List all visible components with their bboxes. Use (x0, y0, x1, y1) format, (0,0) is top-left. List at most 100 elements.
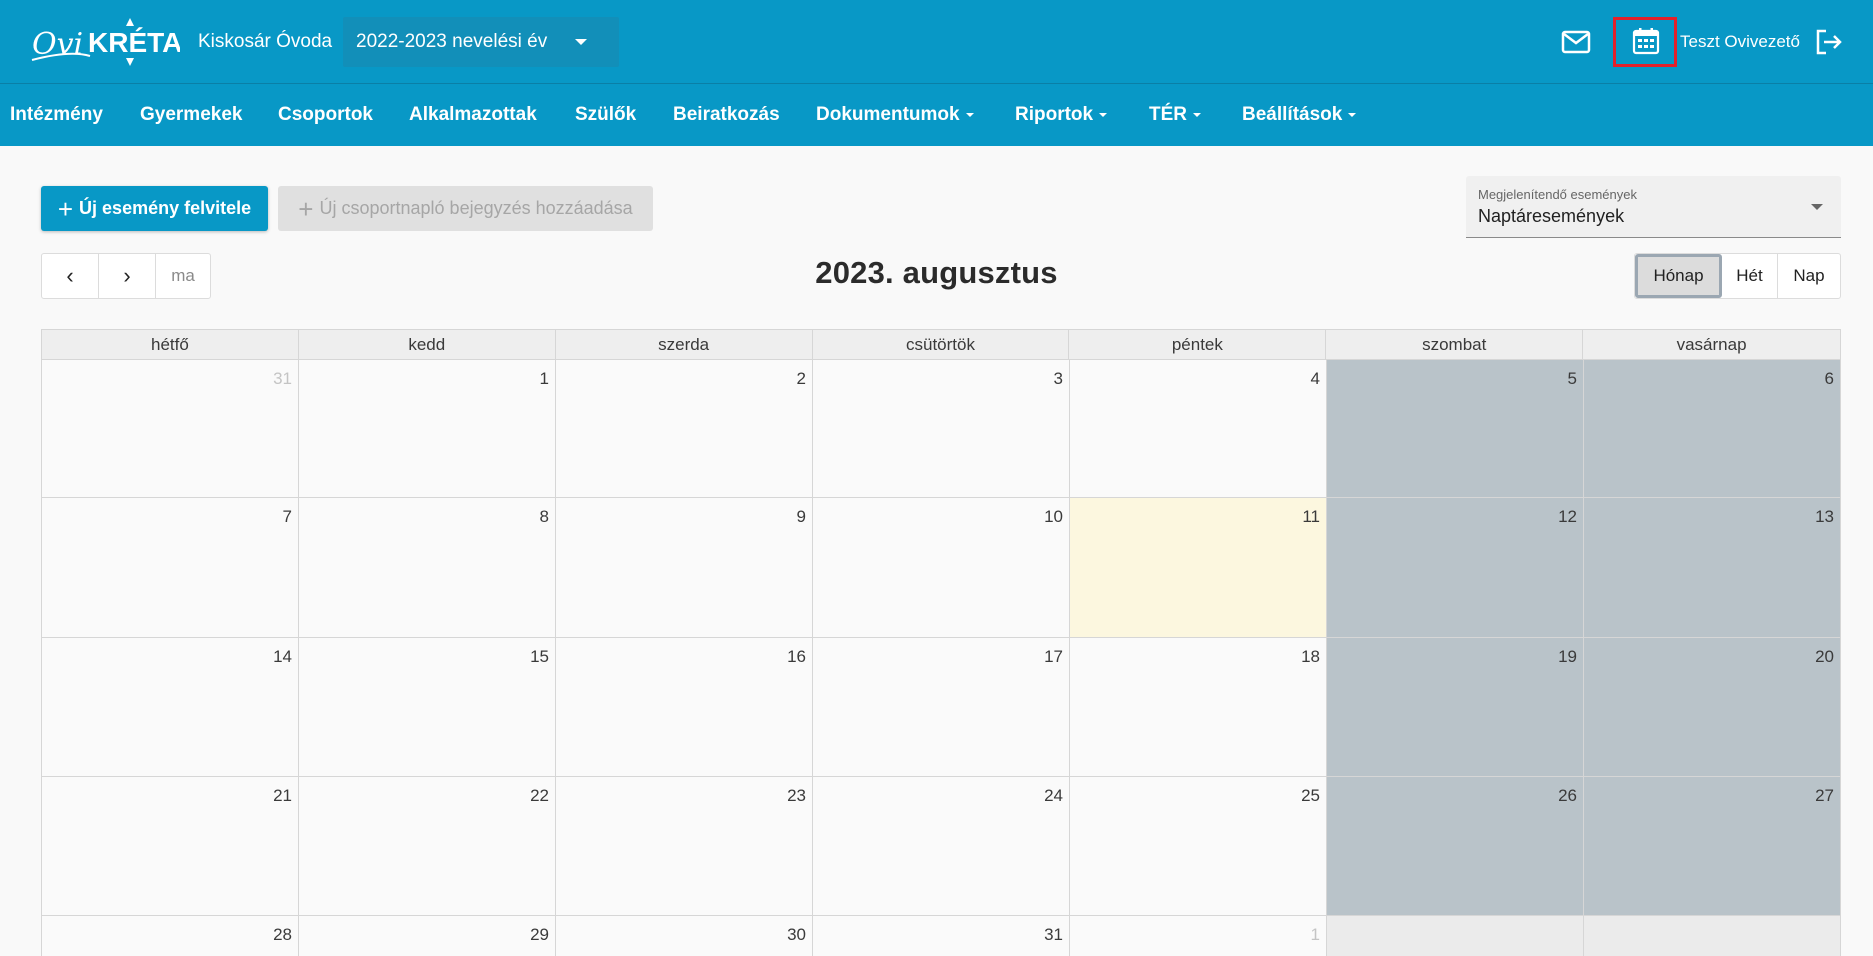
nav-label: Csoportok (278, 104, 373, 125)
day-number[interactable]: 31 (273, 369, 292, 389)
event-filter-value: Naptáresemények (1478, 206, 1625, 226)
day-number[interactable]: 16 (787, 647, 806, 667)
day-number[interactable]: 17 (1044, 647, 1063, 667)
day-number[interactable]: 30 (787, 925, 806, 945)
nav-item-beiratkozas[interactable]: Beiratkozás (673, 104, 780, 126)
calendar-day-cell[interactable]: 3 (813, 360, 1070, 498)
calendar-day-cell[interactable] (1584, 916, 1841, 956)
calendar-day-cell[interactable]: 15 (299, 638, 556, 777)
nav-label: Gyermekek (140, 104, 243, 125)
day-number[interactable]: 27 (1815, 786, 1834, 806)
user-name[interactable]: Teszt Ovivezető (1680, 32, 1800, 52)
weekday-label: kedd (299, 330, 556, 359)
calendar-day-cell[interactable]: 4 (1070, 360, 1327, 498)
calendar-day-cell[interactable]: 26 (1327, 777, 1584, 916)
calendar-day-cell[interactable]: 30 (556, 916, 813, 956)
nav-item-ter[interactable]: TÉR (1149, 104, 1201, 126)
calendar-day-cell[interactable]: 19 (1327, 638, 1584, 777)
day-number[interactable]: 25 (1301, 786, 1320, 806)
view-week-button[interactable]: Hét (1722, 254, 1778, 298)
nav-label: Alkalmazottak (409, 104, 537, 125)
view-day-button[interactable]: Nap (1778, 254, 1840, 298)
day-number[interactable]: 28 (273, 925, 292, 945)
calendar-day-cell[interactable]: 23 (556, 777, 813, 916)
day-number[interactable]: 12 (1558, 507, 1577, 527)
calendar-day-cell[interactable]: 17 (813, 638, 1070, 777)
calendar-day-cell[interactable]: 2 (556, 360, 813, 498)
day-number[interactable]: 20 (1815, 647, 1834, 667)
nav-item-gyermekek[interactable]: Gyermekek (140, 104, 242, 126)
calendar-day-cell[interactable]: 24 (813, 777, 1070, 916)
calendar-day-cell[interactable]: 21 (42, 777, 299, 916)
nav-label: Beállítások (1242, 104, 1343, 125)
day-number[interactable]: 24 (1044, 786, 1063, 806)
calendar-day-cell[interactable]: 29 (299, 916, 556, 956)
day-number[interactable]: 13 (1815, 507, 1834, 527)
day-number[interactable]: 8 (540, 507, 549, 527)
event-filter-select[interactable]: Megjelenítendő események Naptáresemények (1466, 176, 1841, 238)
calendar-day-cell[interactable]: 8 (299, 498, 556, 638)
calendar-day-cell[interactable]: 16 (556, 638, 813, 777)
calendar-day-cell[interactable]: 7 (42, 498, 299, 638)
calendar-day-cell[interactable] (1327, 916, 1584, 956)
calendar-day-cell[interactable]: 10 (813, 498, 1070, 638)
day-number[interactable]: 15 (530, 647, 549, 667)
ovikreta-logo[interactable]: Ovi KRÉTA (30, 14, 180, 70)
calendar-day-cell[interactable]: 18 (1070, 638, 1327, 777)
calendar-week-row: 21 22 23 24 25 26 27 (41, 777, 1841, 916)
calendar-day-cell[interactable]: 31 (813, 916, 1070, 956)
calendar-day-cell[interactable]: 28 (42, 916, 299, 956)
calendar-day-cell[interactable]: 1 (1070, 916, 1327, 956)
day-number[interactable]: 1 (540, 369, 549, 389)
new-journal-entry-button[interactable]: + Új csoportnapló bejegyzés hozzáadása (278, 186, 653, 231)
day-number[interactable]: 29 (530, 925, 549, 945)
svg-text:Ovi: Ovi (32, 27, 83, 62)
day-number[interactable]: 19 (1558, 647, 1577, 667)
calendar-day-cell[interactable]: 5 (1327, 360, 1584, 498)
new-event-button[interactable]: + Új esemény felvitele (41, 186, 268, 231)
calendar-day-cell[interactable]: 20 (1584, 638, 1841, 777)
day-number[interactable]: 18 (1301, 647, 1320, 667)
nav-item-csoportok[interactable]: Csoportok (278, 104, 373, 126)
calendar-day-cell[interactable]: 27 (1584, 777, 1841, 916)
day-number[interactable]: 2 (797, 369, 806, 389)
day-number[interactable]: 5 (1568, 369, 1577, 389)
calendar-day-cell[interactable]: 13 (1584, 498, 1841, 638)
mail-icon[interactable] (1560, 26, 1592, 58)
view-month-button[interactable]: Hónap (1635, 254, 1722, 298)
nav-item-riportok[interactable]: Riportok (1015, 104, 1108, 126)
calendar-day-cell-today[interactable]: 11 (1070, 498, 1327, 638)
day-number[interactable]: 7 (283, 507, 292, 527)
calendar-day-cell[interactable]: 9 (556, 498, 813, 638)
school-year-select[interactable]: 2022-2023 nevelési év (343, 17, 619, 67)
day-number[interactable]: 6 (1825, 369, 1834, 389)
nav-item-beallitasok[interactable]: Beállítások (1242, 104, 1357, 126)
day-number[interactable]: 3 (1054, 369, 1063, 389)
calendar-icon[interactable] (1631, 26, 1661, 56)
nav-item-intezmeny[interactable]: Intézmény (10, 104, 103, 126)
day-number[interactable]: 22 (530, 786, 549, 806)
day-number[interactable]: 26 (1558, 786, 1577, 806)
day-number[interactable]: 21 (273, 786, 292, 806)
calendar-day-cell[interactable]: 25 (1070, 777, 1327, 916)
calendar-day-cell[interactable]: 1 (299, 360, 556, 498)
nav-item-dokumentumok[interactable]: Dokumentumok (816, 104, 974, 126)
dropdown-caret-icon (1099, 112, 1108, 117)
calendar-day-cell[interactable]: 31 (42, 360, 299, 498)
day-number[interactable]: 23 (787, 786, 806, 806)
calendar-day-cell[interactable]: 6 (1584, 360, 1841, 498)
nav-item-alkalmazottak[interactable]: Alkalmazottak (409, 104, 537, 126)
day-number[interactable]: 11 (1302, 507, 1320, 527)
day-number[interactable]: 1 (1311, 925, 1320, 945)
calendar-day-cell[interactable]: 22 (299, 777, 556, 916)
day-number[interactable]: 4 (1311, 369, 1320, 389)
nav-item-szulok[interactable]: Szülők (575, 104, 636, 126)
day-number[interactable]: 10 (1044, 507, 1063, 527)
calendar-day-cell[interactable]: 14 (42, 638, 299, 777)
logout-icon[interactable] (1813, 27, 1843, 57)
day-number[interactable]: 9 (797, 507, 806, 527)
day-number[interactable]: 14 (273, 647, 292, 667)
day-number[interactable]: 31 (1044, 925, 1063, 945)
calendar-day-cell[interactable]: 12 (1327, 498, 1584, 638)
weekday-label: péntek (1069, 330, 1327, 359)
